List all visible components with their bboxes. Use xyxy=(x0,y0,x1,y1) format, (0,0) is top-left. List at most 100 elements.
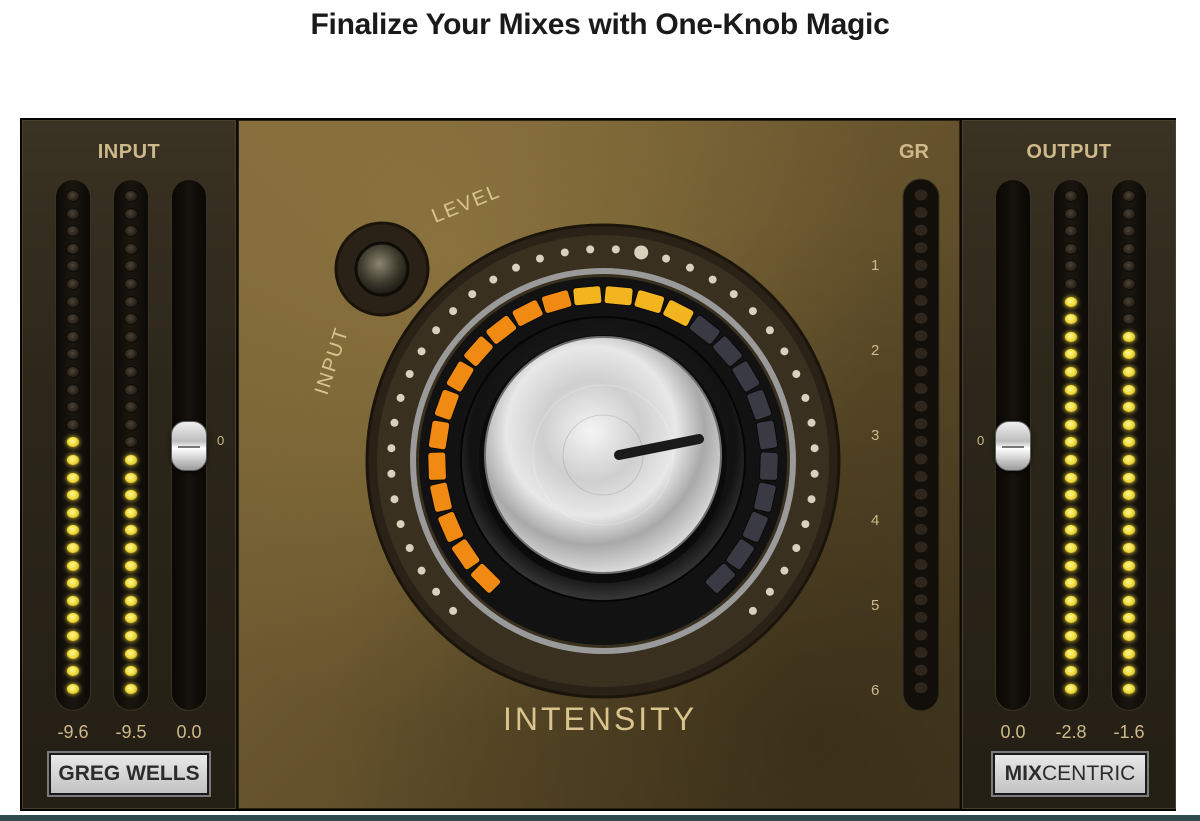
output-fader-track[interactable] xyxy=(995,179,1031,711)
level-dot xyxy=(511,263,520,272)
meter-led xyxy=(66,348,80,361)
meter-led xyxy=(1064,471,1078,484)
meter-led xyxy=(1064,383,1078,396)
meter-led xyxy=(1122,577,1136,590)
meter-led xyxy=(1064,278,1078,290)
meter-led xyxy=(1064,594,1078,607)
meter-led xyxy=(124,647,138,660)
meter-led xyxy=(1064,366,1078,378)
level-dot xyxy=(449,307,458,316)
gr-led xyxy=(913,434,929,448)
gr-scale-3: 3 xyxy=(871,427,880,444)
level-dot xyxy=(801,393,810,402)
meter-led xyxy=(1064,436,1078,449)
meter-led xyxy=(1064,647,1078,660)
gr-led xyxy=(913,294,929,308)
meter-led xyxy=(1064,190,1078,202)
page-bottom-border xyxy=(0,815,1200,821)
gr-led xyxy=(913,206,929,220)
meter-led xyxy=(1122,401,1136,414)
meter-led xyxy=(1122,630,1136,642)
level-dot xyxy=(405,544,414,553)
meter-led xyxy=(1064,665,1078,678)
gr-led xyxy=(913,311,929,325)
meter-led xyxy=(1122,594,1136,607)
intensity-knob[interactable] xyxy=(484,336,722,574)
meter-led xyxy=(124,401,138,414)
meter-led xyxy=(66,313,80,326)
meter-led xyxy=(124,190,138,202)
meter-led xyxy=(124,348,138,361)
level-dot xyxy=(708,275,717,284)
level-dot xyxy=(807,418,816,427)
output-panel: OUTPUT 0 0.0 -2.8 -1.6 MIX CENTRIC xyxy=(962,120,1176,809)
mixcentric-logo-thin: CENTRIC xyxy=(1042,762,1136,785)
gr-led xyxy=(913,452,929,466)
input-readout-left: -9.6 xyxy=(57,722,89,742)
level-dot xyxy=(780,566,789,575)
level-dot xyxy=(801,520,810,529)
level-dot xyxy=(611,245,620,254)
input-button[interactable] xyxy=(354,241,410,297)
meter-led xyxy=(1122,524,1136,537)
input-panel-label: INPUT xyxy=(97,141,161,163)
input-fader-handle[interactable] xyxy=(171,421,207,471)
meter-led xyxy=(1064,682,1078,695)
level-dot xyxy=(449,606,458,615)
meter-led xyxy=(1122,418,1136,431)
meter-led xyxy=(124,665,138,678)
input-meter-right xyxy=(113,179,149,711)
intensity-led-segment xyxy=(427,419,451,451)
input-panel: INPUT 0 -9.6 -9.5 0.0 GREG WELLS xyxy=(22,120,236,809)
meter-led xyxy=(66,559,80,572)
level-dot xyxy=(807,495,816,504)
meter-led xyxy=(66,330,80,343)
meter-led xyxy=(1122,665,1136,678)
level-dot xyxy=(765,587,774,596)
meter-led xyxy=(66,278,80,290)
gr-led xyxy=(913,223,929,237)
meter-led xyxy=(66,418,80,431)
meter-led xyxy=(1064,454,1078,466)
meter-led xyxy=(1122,313,1136,326)
gr-led xyxy=(913,681,929,695)
meter-led xyxy=(66,542,80,554)
meter-led xyxy=(1064,524,1078,537)
level-dot xyxy=(748,606,757,615)
level-dot xyxy=(810,444,819,453)
meter-led xyxy=(124,612,138,625)
input-readout-right: -9.5 xyxy=(115,722,147,742)
meter-led xyxy=(66,454,80,466)
gr-meter-leds xyxy=(913,188,929,695)
gr-scale-5: 5 xyxy=(871,597,880,614)
input-fader-zero-mark: 0 xyxy=(217,433,225,448)
gr-led xyxy=(913,258,929,272)
meter-led xyxy=(66,630,80,642)
level-dot xyxy=(792,369,801,378)
meter-led xyxy=(1122,190,1136,202)
level-arc-label: LEVEL xyxy=(429,180,504,227)
meter-led xyxy=(124,295,138,308)
meter-led xyxy=(66,682,80,695)
meter-led xyxy=(66,383,80,396)
meter-led xyxy=(124,559,138,572)
output-meter-right xyxy=(1111,179,1147,711)
meter-led xyxy=(1122,647,1136,660)
level-dot xyxy=(489,275,498,284)
meter-led xyxy=(1122,330,1136,343)
gr-led xyxy=(913,505,929,519)
output-fader-handle[interactable] xyxy=(995,421,1031,471)
meter-led xyxy=(66,489,80,502)
meter-led xyxy=(1064,612,1078,625)
meter-led xyxy=(1122,207,1136,220)
level-dot xyxy=(765,326,774,335)
gr-led xyxy=(913,558,929,572)
meter-led xyxy=(1064,348,1078,361)
output-panel-label: OUTPUT xyxy=(1026,141,1112,163)
meter-led xyxy=(124,383,138,396)
meter-led xyxy=(66,506,80,519)
meter-led xyxy=(1064,630,1078,642)
gr-led xyxy=(913,593,929,607)
input-fader-track[interactable] xyxy=(171,179,207,711)
meter-led xyxy=(124,594,138,607)
